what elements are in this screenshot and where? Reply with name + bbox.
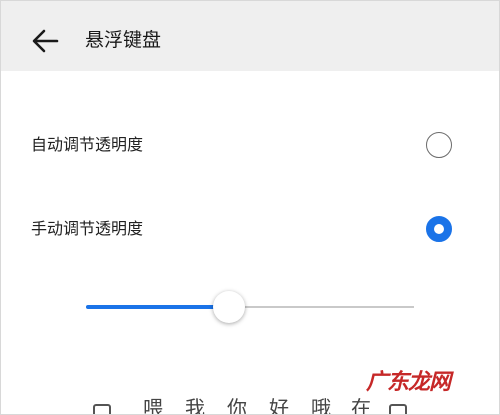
- slider-thumb[interactable]: [212, 291, 245, 323]
- arrow-left-icon: [32, 29, 59, 53]
- keyboard-candidate[interactable]: 喂: [143, 396, 163, 414]
- manual-transparency-radio[interactable]: [426, 216, 452, 242]
- option-manual-transparency[interactable]: 手动调节透明度: [0, 201, 498, 257]
- slider-fill: [86, 305, 229, 309]
- keyboard-candidate[interactable]: 在: [351, 396, 371, 414]
- keyboard-candidate[interactable]: 哦: [311, 396, 331, 414]
- page-title: 悬浮键盘: [85, 29, 162, 51]
- radio-selected-dot: [434, 224, 444, 234]
- keyboard-grid-icon[interactable]: [93, 404, 111, 414]
- back-button[interactable]: [27, 23, 63, 59]
- option-auto-transparency[interactable]: 自动调节透明度: [0, 117, 498, 173]
- auto-transparency-radio[interactable]: [426, 132, 452, 158]
- transparency-slider[interactable]: [86, 288, 414, 328]
- keyboard-candidate[interactable]: 你: [227, 396, 247, 414]
- keyboard-candidate[interactable]: 好: [269, 396, 289, 414]
- app-header: 悬浮键盘: [1, 1, 499, 71]
- option-label: 手动调节透明度: [31, 219, 144, 238]
- site-watermark: 广东龙网: [366, 370, 451, 395]
- keyboard-toggle-icon[interactable]: [389, 404, 407, 414]
- option-label: 自动调节透明度: [31, 135, 144, 154]
- keyboard-candidate[interactable]: 我: [185, 396, 205, 414]
